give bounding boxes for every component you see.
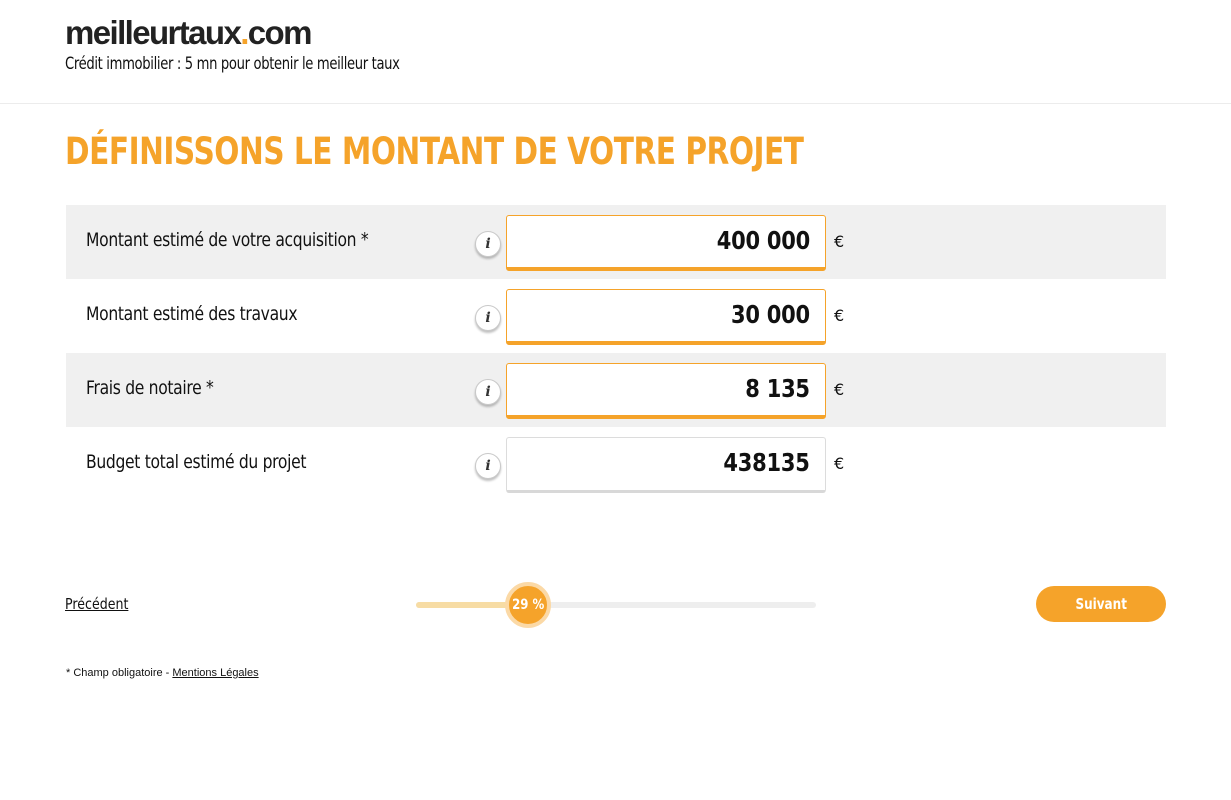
logo-main: meilleurtaux xyxy=(65,14,242,51)
total-budget-field: 438135 xyxy=(506,437,826,493)
info-icon[interactable]: i xyxy=(475,305,501,331)
info-icon[interactable]: i xyxy=(475,231,501,257)
legal-mentions-link[interactable]: Mentions Légales xyxy=(172,667,258,679)
currency-symbol: € xyxy=(834,232,845,251)
logo-dot: . xyxy=(240,14,249,51)
required-note: * Champ obligatoire - Mentions Légales xyxy=(66,667,259,679)
total-budget-label: Budget total estimé du projet xyxy=(86,451,307,473)
logo-tld: com xyxy=(247,14,313,51)
project-amount-form: Montant estimé de votre acquisition * i … xyxy=(66,205,1166,501)
form-row-acquisition: Montant estimé de votre acquisition * i … xyxy=(66,205,1166,279)
page-title: DÉFINISSONS LE MONTANT DE VOTRE PROJET xyxy=(65,130,804,173)
acquisition-label: Montant estimé de votre acquisition * xyxy=(86,229,369,251)
next-button-label: Suivant xyxy=(1075,595,1127,613)
info-icon[interactable]: i xyxy=(475,379,501,405)
required-note-text: * Champ obligatoire - xyxy=(66,667,173,679)
logo[interactable]: meilleurtaux.com xyxy=(65,14,313,52)
progress-percent: 29 % xyxy=(511,597,545,613)
notary-fees-value: 8 135 xyxy=(745,374,810,403)
works-amount-field[interactable]: 30 000 xyxy=(506,289,826,345)
works-label: Montant estimé des travaux xyxy=(86,303,298,325)
site-header: meilleurtaux.com Crédit immobilier : 5 m… xyxy=(0,0,1231,104)
currency-symbol: € xyxy=(834,454,845,473)
header-tagline: Crédit immobilier : 5 mn pour obtenir le… xyxy=(65,54,400,74)
next-button[interactable]: Suivant xyxy=(1036,586,1166,622)
works-amount-value: 30 000 xyxy=(731,300,810,329)
info-icon[interactable]: i xyxy=(475,453,501,479)
form-row-total-budget: Budget total estimé du projet i 438135 € xyxy=(66,427,1166,501)
notary-fees-label: Frais de notaire * xyxy=(86,377,214,399)
acquisition-amount-value: 400 000 xyxy=(716,226,810,255)
form-row-notary-fees: Frais de notaire * i 8 135 € xyxy=(66,353,1166,427)
form-row-works: Montant estimé des travaux i 30 000 € xyxy=(66,279,1166,353)
acquisition-amount-field[interactable]: 400 000 xyxy=(506,215,826,271)
notary-fees-field[interactable]: 8 135 xyxy=(506,363,826,419)
currency-symbol: € xyxy=(834,380,845,399)
progress-bar: 29 % xyxy=(416,582,816,628)
total-budget-value: 438135 xyxy=(723,448,810,477)
previous-link[interactable]: Précédent xyxy=(65,595,128,613)
progress-indicator: 29 % xyxy=(505,582,551,628)
currency-symbol: € xyxy=(834,306,845,325)
